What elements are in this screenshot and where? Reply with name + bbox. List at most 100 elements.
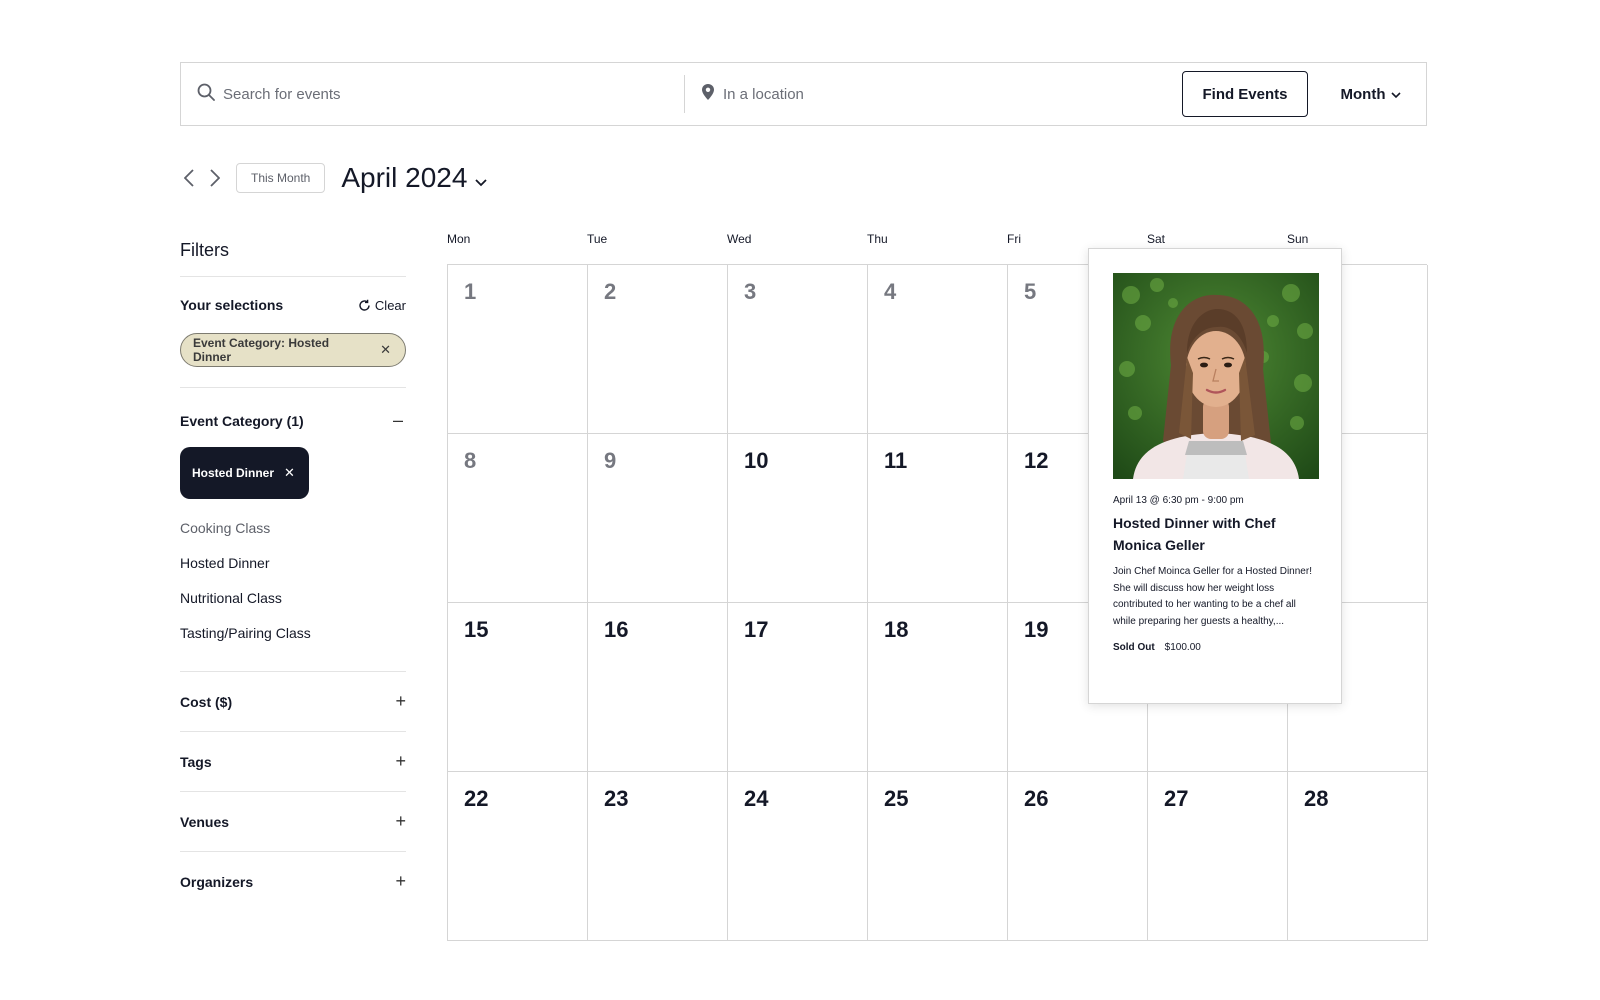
filters-title: Filters (180, 240, 406, 277)
filter-section-organizers[interactable]: Organizers + (180, 851, 406, 911)
day-cell[interactable]: 3 (728, 265, 868, 434)
day-number: 26 (1024, 786, 1049, 811)
day-number: 16 (604, 617, 629, 642)
day-number: 15 (464, 617, 489, 642)
day-cell[interactable]: 27 (1148, 772, 1288, 941)
day-cell[interactable]: 24 (728, 772, 868, 941)
event-date: April 13 @ 6:30 pm - 9:00 pm (1113, 495, 1244, 506)
day-number: 9 (604, 448, 617, 473)
day-number: 8 (464, 448, 477, 473)
this-month-button[interactable]: This Month (236, 163, 326, 193)
selection-chip: Event Category: Hosted Dinner ✕ (180, 333, 406, 367)
day-cell[interactable]: 26 (1008, 772, 1148, 941)
day-cell[interactable]: 17 (728, 603, 868, 772)
view-selector-label: Month (1340, 85, 1386, 103)
selection-chip-label: Event Category: Hosted Dinner (193, 336, 330, 364)
day-cell[interactable]: 11 (868, 434, 1008, 603)
event-description: Join Chef Moinca Geller for a Hosted Din… (1113, 566, 1312, 627)
collapse-icon[interactable]: – (390, 410, 406, 431)
view-selector[interactable]: Month (1316, 86, 1426, 103)
weekday-label: Thu (867, 232, 888, 246)
event-price: $100.00 (1164, 642, 1201, 653)
day-cell[interactable]: 8 (448, 434, 588, 603)
category-item[interactable]: Nutritional Class (180, 581, 406, 616)
event-tooltip: April 13 @ 6:30 pm - 9:00 pm Hosted Dinn… (1088, 248, 1342, 704)
day-cell[interactable]: 4 (868, 265, 1008, 434)
keyword-field (181, 75, 685, 113)
find-events-button[interactable]: Find Events (1182, 71, 1308, 117)
clear-filters-button[interactable]: Clear (358, 298, 406, 313)
weekday-label: Mon (447, 232, 471, 246)
filter-section-tags[interactable]: Tags + (180, 731, 406, 791)
day-cell[interactable]: 28 (1288, 772, 1428, 941)
day-cell[interactable]: 2 (588, 265, 728, 434)
day-cell[interactable]: 9 (588, 434, 728, 603)
active-category-chip: Hosted Dinner ✕ (180, 447, 309, 499)
weekday-label: Wed (727, 232, 752, 246)
day-number: 23 (604, 786, 629, 811)
events-search-bar: Find Events Month (180, 62, 1427, 126)
day-cell[interactable]: 1 (448, 265, 588, 434)
day-number: 19 (1024, 617, 1049, 642)
day-number: 18 (884, 617, 909, 642)
month-title: April 2024 (341, 162, 468, 193)
filter-section-label: Cost ($) (180, 693, 233, 710)
day-number: 4 (884, 279, 897, 304)
selections-label: Your selections (180, 297, 284, 313)
chevron-left-icon (184, 169, 194, 187)
filter-section-label: Venues (180, 813, 230, 830)
calendar-navigation: This Month April 2024 (178, 162, 488, 194)
location-input[interactable] (723, 85, 1143, 103)
month-picker[interactable]: April 2024 (341, 162, 488, 194)
event-category-header[interactable]: Event Category (1) – (180, 410, 406, 431)
chevron-down-icon (1391, 86, 1402, 103)
refresh-icon (359, 299, 370, 311)
day-number: 24 (744, 786, 769, 811)
filter-section-cost[interactable]: Cost ($) + (180, 671, 406, 731)
day-number: 2 (604, 279, 617, 304)
day-cell[interactable]: 15 (448, 603, 588, 772)
next-month-button[interactable] (204, 166, 226, 190)
day-number: 10 (744, 448, 769, 473)
plus-icon: + (395, 691, 406, 711)
day-number: 25 (884, 786, 909, 811)
day-cell[interactable]: 10 (728, 434, 868, 603)
filter-section-label: Tags (180, 753, 212, 770)
filters-sidebar: Filters Your selections Clear Event Cate… (180, 240, 406, 911)
day-number: 3 (744, 279, 757, 304)
day-cell[interactable]: 16 (588, 603, 728, 772)
category-item[interactable]: Hosted Dinner (180, 546, 406, 581)
close-icon[interactable]: ✕ (380, 342, 391, 358)
day-cell[interactable]: 18 (868, 603, 1008, 772)
day-number: 5 (1024, 279, 1037, 304)
filter-section-venues[interactable]: Venues + (180, 791, 406, 851)
category-item[interactable]: Tasting/Pairing Class (180, 616, 406, 651)
location-field (685, 75, 1182, 113)
active-category-chip-label: Hosted Dinner (192, 466, 275, 480)
category-item[interactable]: Cooking Class (180, 511, 406, 546)
day-number: 17 (744, 617, 769, 642)
day-number: 12 (1024, 448, 1049, 473)
plus-icon: + (395, 811, 406, 831)
filter-section-label: Organizers (180, 873, 254, 890)
day-cell[interactable]: 23 (588, 772, 728, 941)
event-meta: Sold Out $100.00 (1113, 642, 1317, 653)
day-cell[interactable]: 22 (448, 772, 588, 941)
event-title[interactable]: Hosted Dinner with Chef Monica Geller (1113, 512, 1317, 556)
day-cell[interactable]: 25 (868, 772, 1008, 941)
divider (180, 387, 406, 388)
event-featured-image[interactable] (1113, 273, 1319, 479)
day-number: 11 (884, 448, 908, 473)
clear-label: Clear (374, 297, 406, 313)
search-icon (197, 83, 215, 106)
chevron-right-icon (210, 169, 220, 187)
category-list: Cooking Class Hosted Dinner Nutritional … (180, 511, 406, 651)
plus-icon: + (395, 751, 406, 771)
close-icon[interactable]: ✕ (284, 465, 295, 481)
search-input[interactable] (223, 85, 643, 103)
day-number: 22 (464, 786, 489, 811)
prev-month-button[interactable] (178, 166, 200, 190)
location-pin-icon (701, 83, 715, 106)
event-status: Sold Out (1113, 642, 1155, 653)
chevron-down-icon (475, 162, 488, 194)
